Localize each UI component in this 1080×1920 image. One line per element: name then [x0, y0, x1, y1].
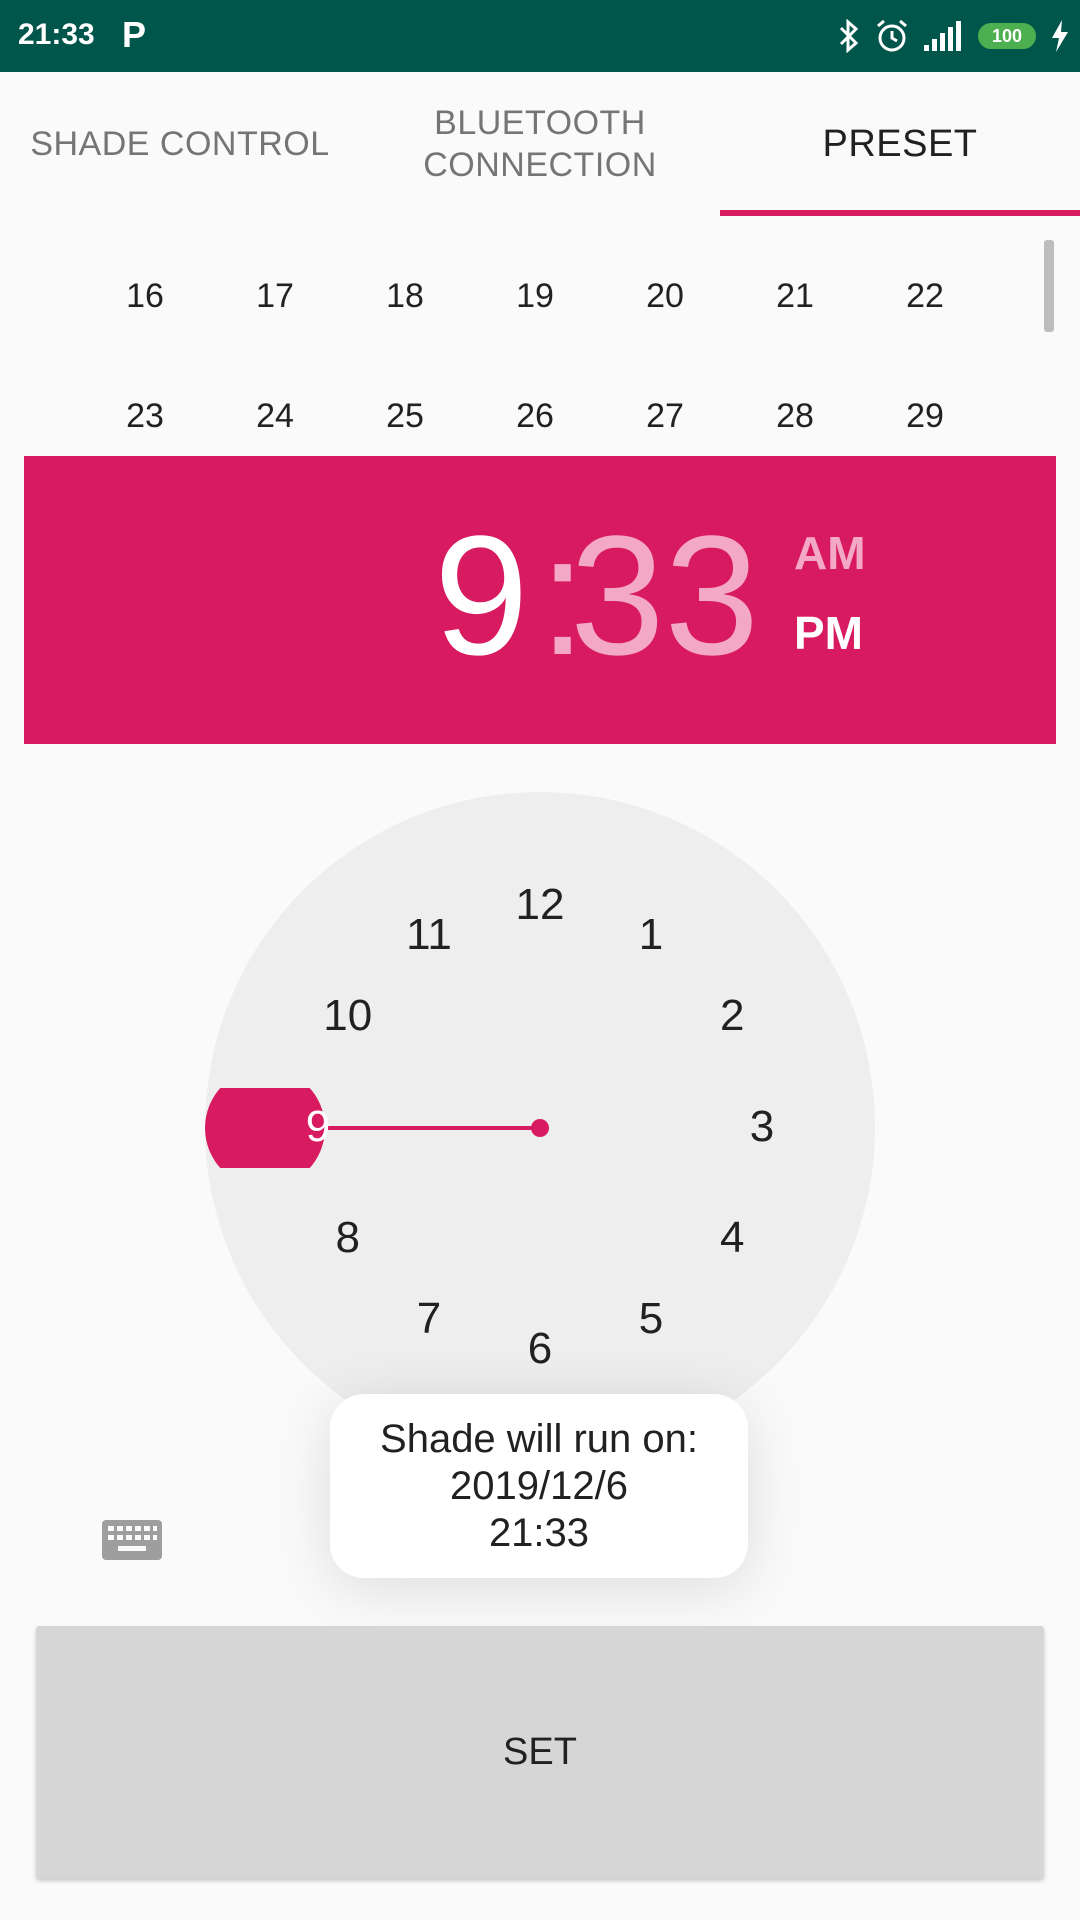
- clock-number-2[interactable]: 2: [720, 991, 744, 1041]
- bluetooth-icon: [839, 19, 859, 53]
- calendar-day[interactable]: 24: [210, 376, 340, 456]
- pm-toggle[interactable]: PM: [794, 606, 863, 660]
- clock-hand: [205, 1088, 549, 1168]
- clock-number-10[interactable]: 10: [323, 991, 372, 1041]
- calendar-day[interactable]: 16: [80, 256, 210, 336]
- clock-number-7[interactable]: 7: [417, 1294, 441, 1344]
- clock-number-9[interactable]: 9: [306, 1102, 330, 1152]
- calendar-day[interactable]: 26: [470, 376, 600, 456]
- clock-number-11[interactable]: 11: [406, 910, 452, 960]
- battery-icon: 100: [978, 23, 1036, 49]
- am-toggle[interactable]: AM: [794, 526, 866, 580]
- tab-preset[interactable]: PRESET: [720, 72, 1080, 216]
- toast-line-3: 21:33: [488, 1510, 590, 1555]
- calendar-day[interactable]: 19: [470, 256, 600, 336]
- toast-message: Shade will run on: 2019/12/6 21:33: [330, 1394, 748, 1578]
- set-button[interactable]: SET: [36, 1626, 1044, 1878]
- hour-display[interactable]: 9: [434, 496, 529, 696]
- calendar-day[interactable]: 17: [210, 256, 340, 336]
- calendar-day[interactable]: 18: [340, 256, 470, 336]
- toast-line-1: Shade will run on:: [380, 1416, 698, 1461]
- calendar-day[interactable]: 23: [80, 376, 210, 456]
- scrollbar[interactable]: [1044, 240, 1054, 332]
- alarm-icon: [877, 19, 907, 52]
- keyboard-icon[interactable]: [102, 1520, 162, 1560]
- calendar-day[interactable]: 22: [860, 256, 990, 336]
- calendar-day[interactable]: 29: [860, 376, 990, 456]
- clock-number-6[interactable]: 6: [528, 1324, 552, 1374]
- calendar-day[interactable]: 28: [730, 376, 860, 456]
- charging-icon: [1052, 20, 1068, 52]
- calendar-day[interactable]: 20: [600, 256, 730, 336]
- clock-number-3[interactable]: 3: [750, 1102, 774, 1152]
- time-picker-header: 9 : 33 AM PM: [24, 456, 1056, 744]
- calendar-day[interactable]: 27: [600, 376, 730, 456]
- tab-bluetooth-connection-label: BLUETOOTH CONNECTION: [423, 104, 657, 184]
- tab-shade-control[interactable]: SHADE CONTROL: [0, 72, 360, 216]
- status-time: 21:33: [18, 18, 95, 51]
- status-bar: 21:33 P 100: [0, 0, 1080, 72]
- clock-number-12[interactable]: 12: [516, 880, 565, 930]
- signal-icon: [924, 21, 961, 51]
- tab-bar: SHADE CONTROL BLUETOOTH CONNECTION PRESE…: [0, 72, 1080, 216]
- calendar-week-row: 23 24 25 26 27 28 29: [80, 376, 1000, 456]
- toast-line-2: 2019/12/6: [450, 1463, 628, 1508]
- calendar-day[interactable]: 21: [730, 256, 860, 336]
- calendar-grid: 16 17 18 19 20 21 22 23 24 25 26 27 28 2…: [0, 216, 1080, 454]
- clock-number-8[interactable]: 8: [335, 1213, 359, 1263]
- calendar-day[interactable]: 25: [340, 376, 470, 456]
- clock-number-5[interactable]: 5: [639, 1294, 663, 1344]
- parking-notification-icon: P: [122, 14, 147, 55]
- calendar-week-row: 16 17 18 19 20 21 22: [80, 256, 1000, 336]
- clock-number-4[interactable]: 4: [720, 1213, 744, 1263]
- tab-bluetooth-connection[interactable]: BLUETOOTH CONNECTION: [360, 72, 720, 216]
- clock-number-1[interactable]: 1: [639, 910, 663, 960]
- minute-display[interactable]: 33: [570, 496, 759, 696]
